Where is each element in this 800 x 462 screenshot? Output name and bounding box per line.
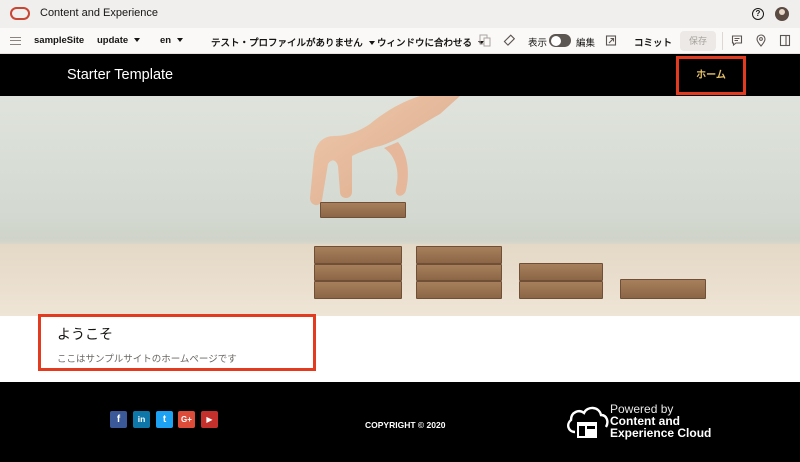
toolbar-divider [722,32,723,50]
devices-icon[interactable] [479,34,491,47]
edit-mode-label: 編集 [576,38,596,49]
wood-block [416,246,502,264]
test-profile-dropdown[interactable]: テスト・プロファイルがありません [211,35,375,49]
wood-block [314,281,402,299]
fit-window-dropdown[interactable]: ウィンドウに合わせる [377,35,484,49]
youtube-icon[interactable]: ▶ [201,411,218,428]
save-button[interactable]: 保存 [680,31,716,51]
site-header: Starter Template ホーム [0,54,800,96]
copyright-text: COPYRIGHT © 2020 [365,420,446,430]
open-external-icon[interactable] [605,34,617,47]
wood-block [519,281,603,299]
view-mode-label: 表示 [528,38,548,49]
linkedin-icon[interactable]: in [133,411,150,428]
edit-mode-toggle[interactable] [549,34,571,47]
app-title: Content and Experience [40,7,159,19]
wood-block [314,264,402,281]
language-dropdown[interactable]: en [160,35,183,46]
nav-home-link[interactable]: ホーム [676,56,746,95]
location-pin-icon[interactable] [755,34,767,47]
wood-block [620,279,706,299]
powered-product-line2: Experience Cloud [610,426,712,440]
test-profile-label: テスト・プロファイルがありません [211,38,363,49]
site-footer: f in t G+ ▶ COPYRIGHT © 2020 Powered by … [0,382,800,462]
comments-icon[interactable] [731,34,743,47]
editor-toolbar: sampleSite update en テスト・プロファイルがありません ウィ… [0,28,800,54]
wood-block [416,281,502,299]
powered-by-text: Powered by Content and Experience Cloud [610,403,711,439]
site-title[interactable]: Starter Template [67,67,173,83]
cloud-logo-icon [567,406,609,438]
update-dropdown[interactable]: update [97,35,140,46]
update-dropdown-label: update [97,35,129,46]
ruler-icon[interactable] [503,34,516,47]
welcome-section[interactable]: ようこそ ここはサンプルサイトのホームページです [38,314,316,371]
wood-block [416,264,502,281]
side-panel-icon[interactable] [779,34,791,47]
wood-block [320,202,406,218]
wood-block [314,246,402,264]
hero-image [0,96,800,316]
welcome-title: ようこそ [57,326,113,342]
facebook-icon[interactable]: f [110,411,127,428]
welcome-text: ここはサンプルサイトのホームページです [57,354,237,365]
site-name: sampleSite [34,35,85,46]
help-icon[interactable]: ? [752,8,764,20]
wood-block [519,263,603,281]
user-avatar[interactable] [775,7,789,21]
hamburger-menu-icon[interactable] [10,37,21,45]
fit-window-label: ウィンドウに合わせる [377,38,473,49]
commit-button[interactable]: コミット [634,35,672,49]
google-plus-icon[interactable]: G+ [178,411,195,428]
twitter-icon[interactable]: t [156,411,173,428]
app-bar: Content and Experience ? [0,0,800,28]
oracle-logo-icon[interactable] [10,7,30,20]
language-dropdown-label: en [160,35,172,46]
